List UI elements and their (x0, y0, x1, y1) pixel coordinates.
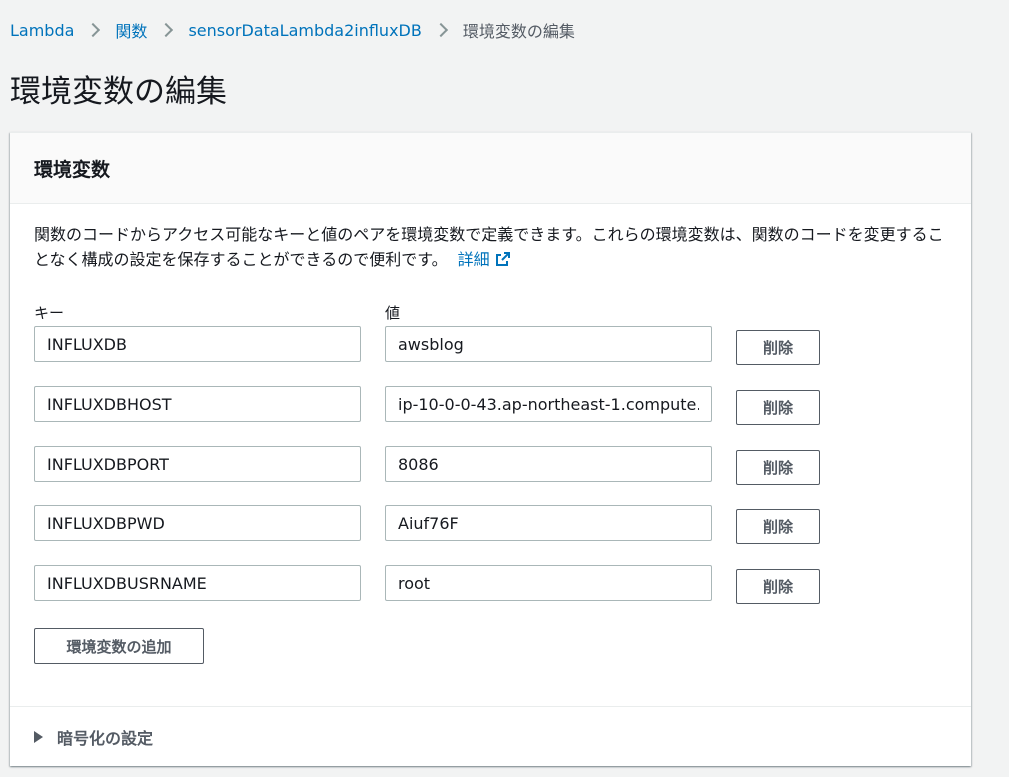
key-column-label: キー (34, 304, 65, 322)
panel-description: 関数のコードからアクセス可能なキーと値のペアを環境変数で定義できます。これらの環… (34, 222, 949, 272)
env-key-input[interactable] (34, 326, 361, 362)
env-key-input[interactable] (34, 446, 361, 482)
value-column-label: 値 (385, 304, 401, 322)
panel-header: 環境変数 (10, 133, 971, 204)
encryption-section: 暗号化の設定 (10, 706, 971, 766)
breadcrumb-function-name[interactable]: sensorDataLambda2influxDB (188, 21, 421, 40)
env-var-row: 削除 (34, 386, 824, 425)
breadcrumb-lambda[interactable]: Lambda (10, 21, 74, 40)
env-key-input[interactable] (34, 386, 361, 422)
env-value-input[interactable] (385, 505, 712, 541)
encryption-label: 暗号化の設定 (57, 729, 154, 748)
caret-right-icon (34, 731, 43, 743)
env-value-input[interactable] (385, 386, 712, 422)
env-value-input[interactable] (385, 446, 712, 482)
panel-title: 環境変数 (34, 159, 111, 181)
breadcrumb: Lambda 関数 sensorDataLambda2influxDB 環境変数… (10, 18, 575, 42)
env-value-input[interactable] (385, 565, 712, 601)
remove-button[interactable]: 削除 (736, 390, 820, 425)
add-env-var-button[interactable]: 環境変数の追加 (34, 628, 204, 664)
breadcrumb-current: 環境変数の編集 (462, 22, 575, 41)
env-var-row: 削除 (34, 446, 824, 485)
remove-button[interactable]: 削除 (736, 330, 820, 365)
env-var-row: 削除 (34, 565, 824, 604)
env-key-input[interactable] (34, 505, 361, 541)
env-key-input[interactable] (34, 565, 361, 601)
chevron-right-icon (159, 22, 174, 38)
env-var-row: 削除 (34, 505, 824, 544)
learn-more-label: 詳細 (457, 250, 490, 269)
env-value-input[interactable] (385, 326, 712, 362)
learn-more-link[interactable]: 詳細 (458, 250, 511, 269)
page-title: 環境変数の編集 (10, 74, 227, 110)
external-link-icon (495, 252, 510, 266)
remove-button[interactable]: 削除 (736, 569, 820, 604)
breadcrumb-functions[interactable]: 関数 (115, 18, 147, 42)
remove-button[interactable]: 削除 (736, 450, 820, 485)
env-vars-panel: 環境変数 関数のコードからアクセス可能なキーと値のペアを環境変数で定義できます。… (10, 132, 971, 766)
chevron-right-icon (86, 22, 101, 38)
remove-button[interactable]: 削除 (736, 509, 820, 544)
encryption-expander[interactable]: 暗号化の設定 (34, 725, 153, 749)
chevron-right-icon (433, 22, 448, 38)
env-var-row: 削除 (34, 326, 824, 365)
